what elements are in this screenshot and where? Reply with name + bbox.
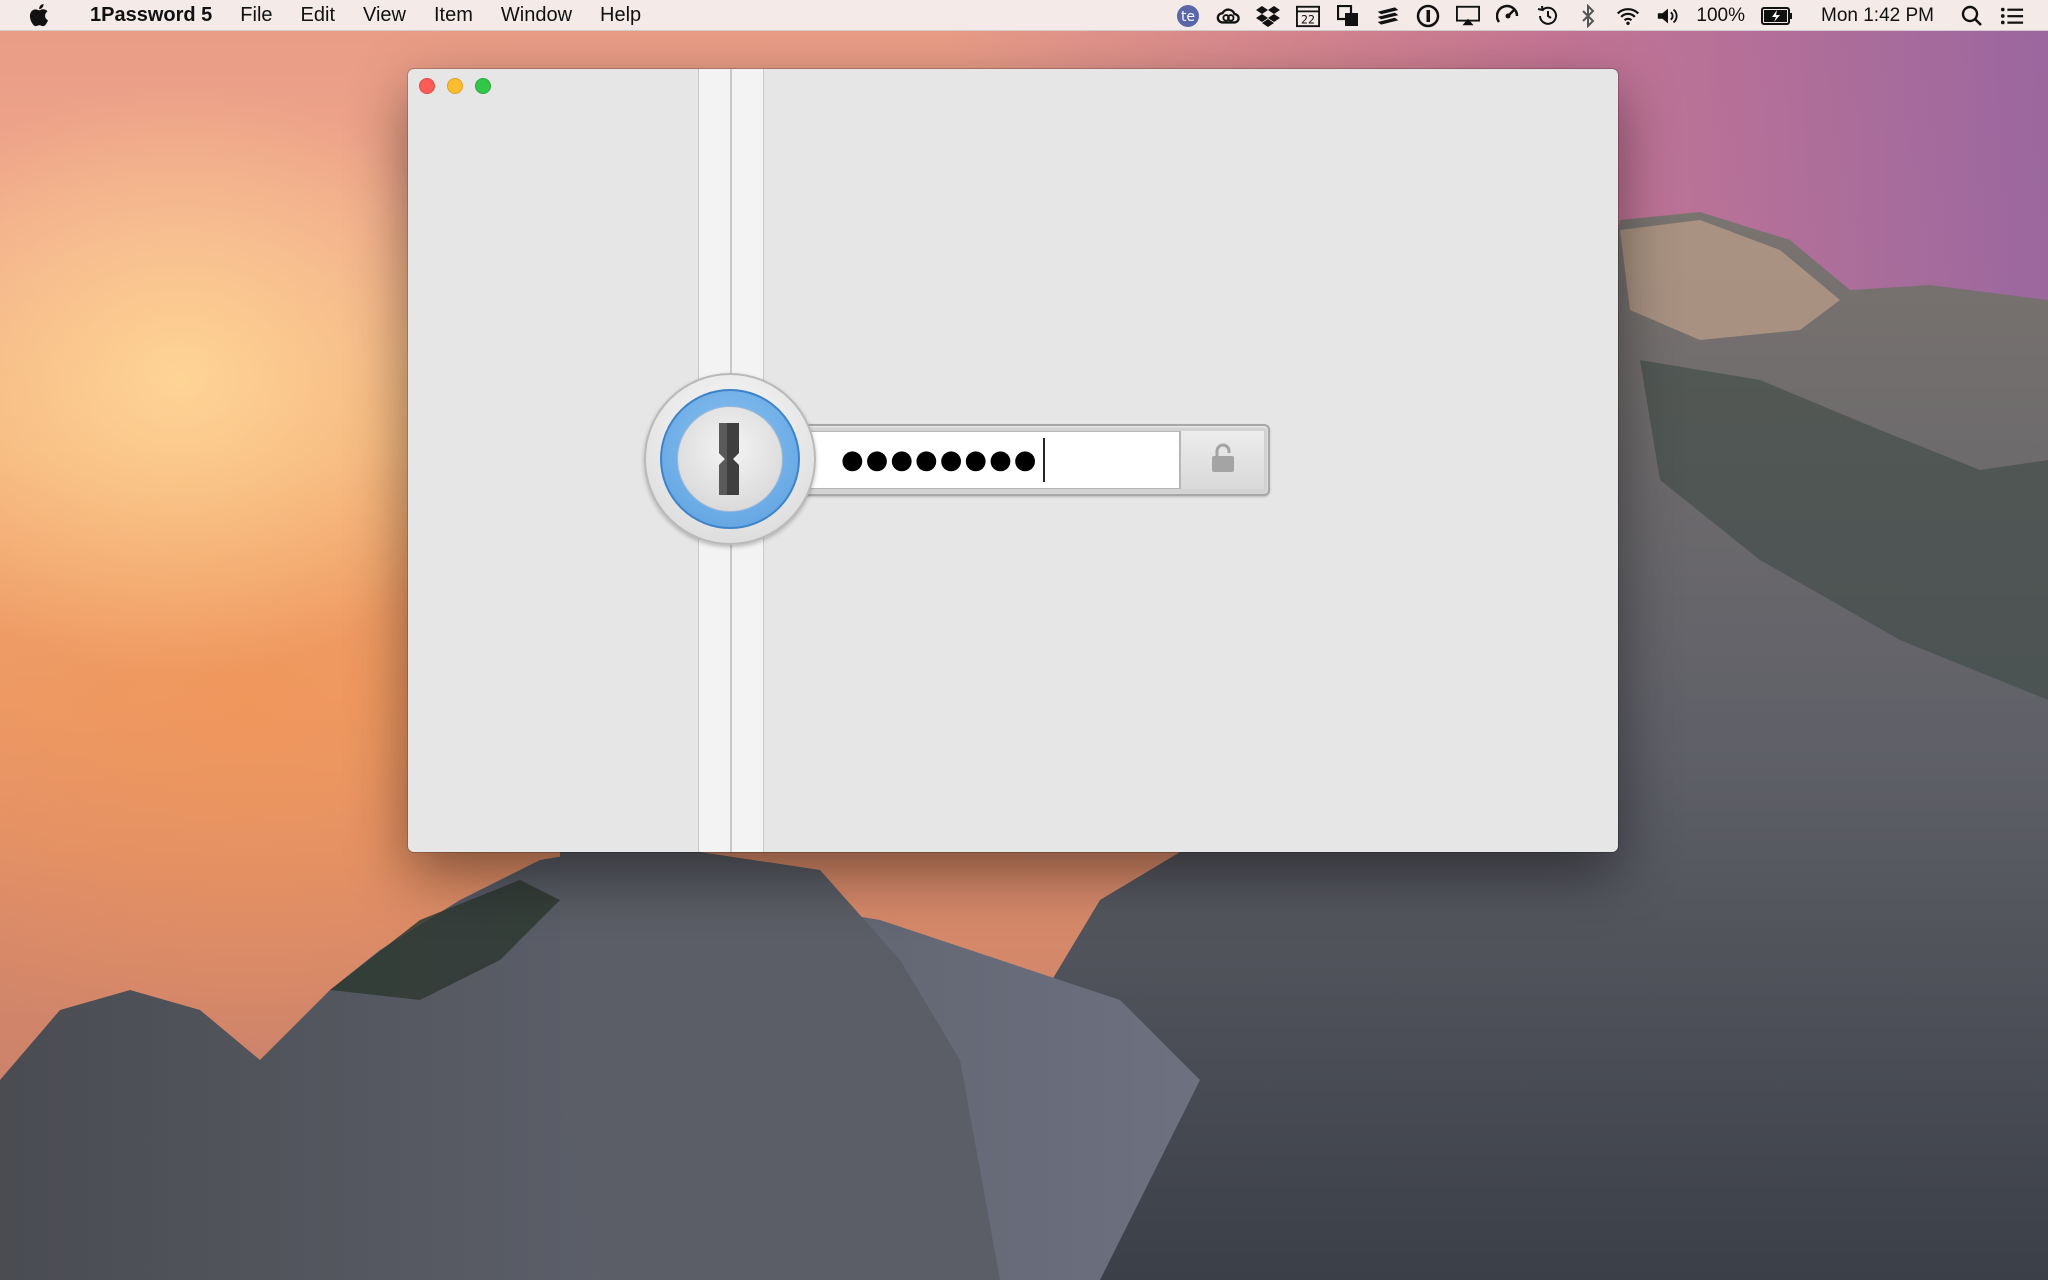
- calendar-icon[interactable]: 22: [1296, 4, 1321, 28]
- istat-icon[interactable]: [1496, 4, 1520, 28]
- menu-app-name[interactable]: 1Password 5: [82, 0, 226, 31]
- battery-percentage: 100%: [1696, 4, 1745, 26]
- menubar-clock[interactable]: Mon 1:42 PM: [1821, 5, 1934, 27]
- onepassword-mini-icon[interactable]: [1416, 4, 1440, 28]
- stack-icon[interactable]: [1376, 4, 1400, 28]
- menu-bar: 1Password 5 File Edit View Item Window H…: [0, 0, 2048, 31]
- copy-icon[interactable]: [1336, 4, 1360, 28]
- password-mask: ●●●●●●●●: [841, 445, 1039, 475]
- dropbox-icon[interactable]: [1256, 4, 1281, 28]
- master-password-input[interactable]: ●●●●●●●●: [810, 431, 1180, 489]
- svg-text:te: te: [1181, 9, 1195, 25]
- bluetooth-icon[interactable]: [1576, 3, 1600, 28]
- notification-center-icon[interactable]: [2000, 4, 2024, 28]
- dial-ring: [660, 389, 800, 529]
- menu-file[interactable]: File: [226, 0, 286, 31]
- menu-help[interactable]: Help: [586, 0, 655, 31]
- master-password-bar: ●●●●●●●●: [800, 424, 1270, 496]
- unlock-icon: [1209, 442, 1237, 479]
- textexpander-icon[interactable]: te: [1176, 4, 1200, 28]
- menu-edit[interactable]: Edit: [287, 0, 349, 31]
- close-window-button[interactable]: [419, 78, 435, 94]
- minimize-window-button[interactable]: [447, 78, 463, 94]
- dial-face: [677, 406, 783, 512]
- onepassword-lock-window: ●●●●●●●●: [408, 69, 1618, 852]
- creative-cloud-icon[interactable]: [1216, 4, 1241, 28]
- menu-window[interactable]: Window: [487, 0, 586, 31]
- zoom-window-button[interactable]: [475, 78, 491, 94]
- airplay-icon[interactable]: [1456, 4, 1481, 28]
- time-machine-icon[interactable]: [1536, 4, 1560, 28]
- keyhole-icon: [719, 423, 739, 495]
- calendar-day: 22: [1301, 13, 1315, 26]
- volume-icon[interactable]: [1656, 4, 1680, 28]
- window-controls: [419, 78, 491, 94]
- apple-menu-icon[interactable]: [28, 3, 56, 27]
- unlock-button[interactable]: [1180, 431, 1264, 489]
- spotlight-search-icon[interactable]: [1960, 4, 1984, 28]
- menu-item[interactable]: Item: [420, 0, 487, 31]
- battery-icon[interactable]: [1761, 4, 1793, 28]
- text-caret: [1042, 438, 1045, 482]
- wifi-icon[interactable]: [1616, 4, 1640, 28]
- onepassword-keyhole-icon: [644, 373, 816, 545]
- menu-view[interactable]: View: [349, 0, 420, 31]
